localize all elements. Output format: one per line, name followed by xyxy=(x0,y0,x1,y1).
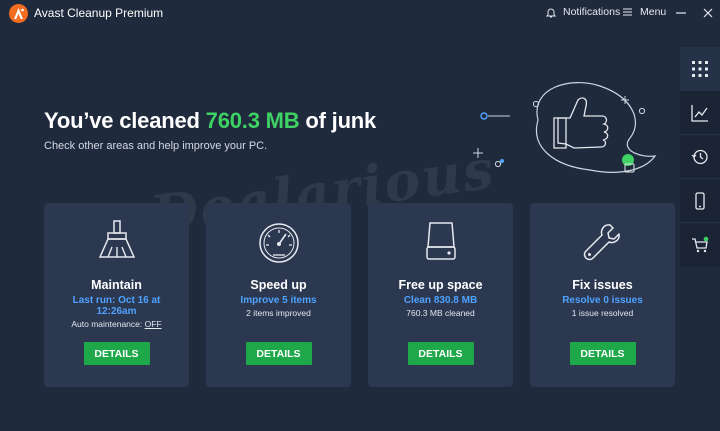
card-title: Free up space xyxy=(398,278,483,292)
title-bar: Avast Cleanup Premium Notifications Menu xyxy=(0,0,720,27)
title-prefix: You’ve cleaned xyxy=(44,108,200,133)
hamburger-icon xyxy=(623,8,632,16)
app-title: Avast Cleanup Premium xyxy=(34,6,164,20)
thumbs-up-illustration xyxy=(473,82,657,173)
items-improved-note: 2 items improved xyxy=(246,308,311,318)
maintain-details-button[interactable]: DETAILS xyxy=(83,342,150,365)
speed-up-details-button[interactable]: DETAILS xyxy=(245,342,312,365)
notifications-label: Notifications xyxy=(563,6,621,18)
rail-chart-button[interactable] xyxy=(680,91,720,135)
menu-label: Menu xyxy=(640,6,667,18)
broom-icon xyxy=(98,220,135,258)
resolve-issues-link[interactable]: Resolve 0 issues xyxy=(538,295,667,306)
hard-drive-icon xyxy=(425,222,456,260)
card-title: Maintain xyxy=(91,278,142,292)
notifications-button[interactable]: Notifications xyxy=(546,6,620,18)
auto-maintenance-toggle-link[interactable]: OFF xyxy=(145,319,162,329)
last-run-link[interactable]: Last run: Oct 16 at 12:26am xyxy=(52,295,181,317)
minimize-icon[interactable] xyxy=(675,7,687,19)
avast-logo-icon xyxy=(9,4,28,23)
speedometer-icon xyxy=(258,223,299,263)
title-suffix: of junk xyxy=(305,108,377,133)
history-icon xyxy=(691,149,708,164)
side-rail xyxy=(680,47,720,267)
phone-icon xyxy=(695,191,705,210)
cleaned-amount: 760.3 MB xyxy=(205,108,300,133)
rail-phone-button[interactable] xyxy=(680,179,720,223)
cart-icon xyxy=(692,236,709,253)
page-title: You’ve cleaned 760.3 MB of junk xyxy=(44,108,376,134)
wrench-icon xyxy=(583,224,620,261)
free-up-space-details-button[interactable]: DETAILS xyxy=(407,342,474,365)
card-maintain: Maintain Last run: Oct 16 at 12:26am Aut… xyxy=(44,203,189,387)
page-subtitle: Check other areas and help improve your … xyxy=(44,140,268,152)
clean-space-link[interactable]: Clean 830.8 MB xyxy=(376,295,505,306)
card-fix-issues: Fix issues Resolve 0 issues 1 issue reso… xyxy=(530,203,675,387)
auto-maintenance-label: Auto maintenance: xyxy=(71,319,143,329)
bell-icon xyxy=(546,8,556,17)
issues-resolved-note: 1 issue resolved xyxy=(571,308,634,318)
space-cleaned-note: 760.3 MB cleaned xyxy=(406,308,475,318)
auto-maintenance-note: Auto maintenance: OFF xyxy=(44,319,189,329)
rail-cart-button[interactable] xyxy=(680,223,720,267)
fix-issues-details-button[interactable]: DETAILS xyxy=(569,342,636,365)
apps-grid-icon xyxy=(692,60,708,77)
chart-icon xyxy=(691,104,708,122)
rail-apps-button[interactable] xyxy=(680,47,720,91)
card-speed-up: Speed up Improve 5 items 2 items improve… xyxy=(206,203,351,387)
card-free-up-space: Free up space Clean 830.8 MB 760.3 MB cl… xyxy=(368,203,513,387)
card-title: Speed up xyxy=(250,278,307,292)
card-title: Fix issues xyxy=(572,278,633,292)
rail-history-button[interactable] xyxy=(680,135,720,179)
improve-items-link[interactable]: Improve 5 items xyxy=(214,295,343,306)
menu-button[interactable]: Menu xyxy=(623,6,666,18)
close-icon[interactable] xyxy=(702,7,714,19)
